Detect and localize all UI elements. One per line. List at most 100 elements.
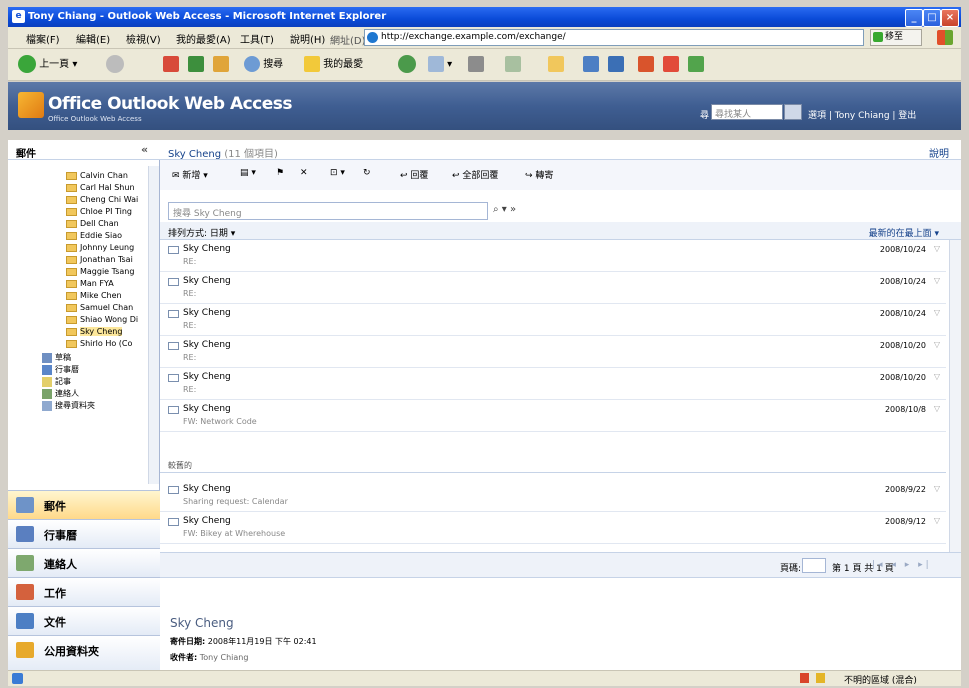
maximize-button[interactable]: □ — [923, 9, 941, 27]
folder-icon — [66, 267, 77, 276]
menu-view[interactable]: 檢視(V) — [126, 31, 161, 46]
find-button[interactable] — [784, 104, 802, 120]
menu-edit[interactable]: 編輯(E) — [76, 31, 110, 46]
collapse-icon[interactable]: « — [141, 143, 148, 156]
menu-file[interactable]: 檔案(F) — [26, 31, 60, 46]
reply-all-button[interactable]: ↩ 全部回覆 — [452, 168, 498, 181]
folder-drafts[interactable]: 草稿 — [42, 352, 71, 364]
tool-button-5[interactable] — [688, 55, 704, 75]
back-button[interactable]: 上一頁 ▾ — [18, 55, 77, 75]
mail-button[interactable]: ▾ — [428, 55, 452, 75]
message-row[interactable]: Sky Cheng RE: 2008/10/24 ▽ — [160, 240, 946, 272]
menu-help[interactable]: 說明(H) — [290, 31, 325, 46]
tool-button-4[interactable] — [663, 55, 679, 75]
nav-documents[interactable]: 文件 — [8, 606, 160, 635]
message-row[interactable]: Sky Cheng RE: 2008/10/24 ▽ — [160, 304, 946, 336]
folder-item[interactable]: Man FYA — [66, 278, 114, 290]
group-header: 較舊的 — [160, 458, 946, 473]
owa-header-links[interactable]: 選項 | Tony Chiang | 登出 — [808, 108, 916, 121]
folder-icon — [66, 195, 77, 204]
nav-tasks[interactable]: 工作 — [8, 577, 160, 606]
folder-item[interactable]: Shirlo Ho (Co — [66, 338, 132, 350]
search-icon[interactable]: ⌕ ▾ » — [493, 204, 516, 215]
folder-item[interactable]: Eddie Siao — [66, 230, 122, 242]
refresh-button[interactable] — [188, 55, 204, 75]
page-number-input[interactable] — [802, 558, 826, 573]
folder-contacts[interactable]: 連絡人 — [42, 388, 79, 400]
message-row[interactable]: Sky Cheng RE: 2008/10/20 ▽ — [160, 336, 946, 368]
message-row[interactable]: Sky Cheng Sharing request: Calendar 2008… — [160, 480, 946, 512]
folder-item[interactable]: Chloe PI Ting — [66, 206, 132, 218]
check-names-button[interactable]: ⊡ ▾ — [330, 168, 345, 178]
message-list-scrollbar[interactable] — [949, 240, 961, 552]
flag-icon[interactable]: ▽ — [934, 340, 940, 349]
folder-item[interactable]: Jonathan Tsai — [66, 254, 133, 266]
forward-button[interactable]: ↪ 轉寄 — [525, 168, 553, 181]
forward-button[interactable] — [106, 55, 124, 75]
minimize-button[interactable]: _ — [905, 9, 923, 27]
folder-item[interactable]: Dell Chan — [66, 218, 119, 230]
tool-button-1[interactable] — [583, 55, 599, 75]
menu-tools[interactable]: 工具(T) — [240, 31, 274, 46]
search-input[interactable]: 搜尋 Sky Cheng — [168, 202, 488, 220]
reply-button[interactable]: ↩ 回覆 — [400, 168, 428, 181]
nav-mail[interactable]: 郵件 — [8, 490, 160, 519]
print-button[interactable] — [468, 55, 484, 75]
folder-button[interactable] — [548, 55, 564, 75]
message-row[interactable]: Sky Cheng FW: Bikey at Wherehouse 2008/9… — [160, 512, 946, 544]
preview-sent-date: 寄件日期: 2008年11月19日 下午 02:41 — [170, 637, 317, 646]
favorites-button[interactable]: 我的最愛 — [304, 55, 363, 75]
envelope-icon — [168, 342, 179, 350]
page-nav-buttons[interactable]: |◂ ◂ ▸ ▸| — [872, 560, 932, 570]
flag-icon[interactable]: ▽ — [934, 404, 940, 413]
folder-item[interactable]: Carl Hal Shun — [66, 182, 135, 194]
mail-toolbar: ✉ 新增 ▾ ▤ ▾ ⚑ ✕ ⊡ ▾ ↻ ↩ 回覆 ↩ 全部回覆 ↪ 轉寄 — [160, 160, 961, 190]
move-button[interactable]: ▤ ▾ — [240, 168, 256, 178]
folder-notes[interactable]: 記事 — [42, 376, 71, 388]
new-button[interactable]: ✉ 新增 ▾ — [172, 168, 208, 181]
edit-button[interactable] — [505, 55, 521, 75]
folder-item[interactable]: Mike Chen — [66, 290, 122, 302]
flag-icon[interactable]: ▽ — [934, 372, 940, 381]
folder-calendar[interactable]: 行事曆 — [42, 364, 79, 376]
arrange-by-dropdown[interactable]: 排列方式: 日期 ▾ — [168, 226, 235, 239]
folder-item[interactable]: Maggie Tsang — [66, 266, 134, 278]
security-zone: 不明的區域 (混合) — [844, 676, 917, 686]
folder-item[interactable]: Cheng Chi Wai — [66, 194, 138, 206]
flag-icon[interactable]: ▽ — [934, 516, 940, 525]
nav-calendar[interactable]: 行事曆 — [8, 519, 160, 548]
folder-item[interactable]: Shiao Wong Di — [66, 314, 138, 326]
stop-button[interactable] — [163, 55, 179, 75]
flag-icon[interactable]: ▽ — [934, 308, 940, 317]
folder-item[interactable]: Calvin Chan — [66, 170, 128, 182]
folder-item[interactable]: Samuel Chan — [66, 302, 133, 314]
message-row[interactable]: Sky Cheng RE: 2008/10/24 ▽ — [160, 272, 946, 304]
close-button[interactable]: × — [941, 9, 959, 27]
flag-icon[interactable]: ▽ — [934, 276, 940, 285]
flag-icon[interactable]: ▽ — [934, 244, 940, 253]
tool-button-2[interactable] — [608, 55, 624, 75]
nav-public-folders[interactable]: 公用資料夾 — [8, 635, 160, 671]
go-button[interactable]: 移至 — [870, 29, 922, 46]
help-link[interactable]: 說明 — [929, 145, 949, 160]
nav-contacts[interactable]: 連絡人 — [8, 548, 160, 577]
tool-button-3[interactable] — [638, 55, 654, 75]
search-button[interactable]: 搜尋 — [244, 55, 283, 75]
flag-icon[interactable]: ▽ — [934, 484, 940, 493]
folder-item[interactable]: Johnny Leung — [66, 242, 134, 254]
find-someone-input[interactable]: 尋找某人 — [711, 104, 783, 120]
menu-favorites[interactable]: 我的最愛(A) — [176, 31, 231, 46]
delete-button[interactable]: ✕ — [300, 168, 308, 178]
folder-scrollbar[interactable] — [148, 166, 159, 484]
folder-item-selected[interactable]: Sky Cheng — [66, 326, 123, 338]
window-titlebar[interactable]: e Tony Chiang - Outlook Web Access - Mic… — [8, 7, 961, 27]
flag-button[interactable]: ⚑ — [276, 168, 284, 178]
refresh-mail-button[interactable]: ↻ — [363, 168, 371, 178]
sort-order-dropdown[interactable]: 最新的在最上面 ▾ — [869, 226, 939, 239]
history-button[interactable] — [398, 55, 416, 75]
home-button[interactable] — [213, 55, 229, 75]
message-row[interactable]: Sky Cheng FW: Network Code 2008/10/8 ▽ — [160, 400, 946, 432]
message-row[interactable]: Sky Cheng RE: 2008/10/20 ▽ — [160, 368, 946, 400]
folder-search-folders[interactable]: 搜尋資料夾 — [42, 400, 95, 412]
address-input[interactable]: http://exchange.example.com/exchange/ — [364, 29, 864, 46]
